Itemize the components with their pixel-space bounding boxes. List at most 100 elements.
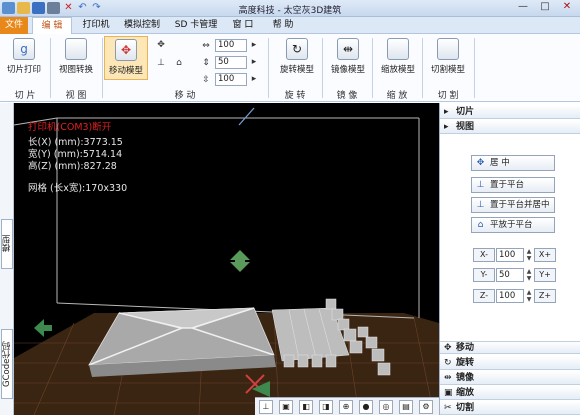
bottom-toolbar: ⊥ ▣ ◧ ◨ ⊕ ● ◎ ▤ ⚙ [255, 397, 439, 415]
tab-printer[interactable]: 打印机 [76, 17, 116, 34]
x-plus-button[interactable]: X+ [534, 248, 556, 262]
cut-icon: ✂ [444, 403, 452, 413]
y-axis-icon: ⇕ [202, 58, 210, 68]
x-value-input[interactable]: 100 [496, 248, 524, 262]
z-spinner-arrows[interactable]: ▲ ▼ [525, 289, 533, 303]
y-spinner-arrows[interactable]: ▲ ▼ [525, 268, 533, 282]
scale-model-button[interactable]: 缩放模型 [376, 36, 420, 80]
slice-print-label: 切片打印 [6, 65, 41, 75]
platform-center-icon: ⊥ [476, 200, 485, 210]
lay-flat-button[interactable]: ⌂ 平放于平台 [471, 217, 555, 233]
tab-gcode[interactable]: GCode代码 [1, 329, 13, 399]
group-label-scale: 缩 放 [386, 91, 408, 101]
move-model-button[interactable]: ✥ 移动模型 [104, 36, 148, 80]
y-value-input[interactable]: 50 [496, 268, 524, 282]
close-button[interactable]: ✕ [556, 1, 578, 14]
tab-help[interactable]: 帮 助 [264, 17, 302, 34]
wireframe-icon[interactable]: ◎ [379, 400, 393, 414]
3d-viewport[interactable]: 打印机(COM3)断开 长(X) (mm):3773.15 宽(Y) (mm):… [14, 103, 439, 415]
group-divider [474, 38, 475, 98]
maximize-button[interactable]: □ [534, 1, 556, 14]
title-bar: ✕ ↶ ↷ 高度科技 - 太空灰3D建筑 — □ ✕ [0, 0, 580, 17]
minimize-button[interactable]: — [512, 1, 534, 14]
rotate-icon: ↻ [286, 38, 308, 60]
view-left-icon[interactable]: ◧ [299, 400, 313, 414]
view-convert-button[interactable]: 视图转换 [54, 36, 98, 80]
settings-icon[interactable]: ⚙ [419, 400, 433, 414]
view-top-icon[interactable]: ▣ [279, 400, 293, 414]
section-mirror[interactable]: ⇹ 镜像 [440, 372, 580, 385]
view-convert-label: 视图转换 [58, 65, 93, 75]
show-model-icon[interactable]: ● [359, 400, 373, 414]
axis-indicator [238, 107, 255, 126]
x-spinner-arrows[interactable]: ▲ ▼ [525, 248, 533, 262]
move-icon: ✥ [157, 40, 165, 50]
center-icon: ✥ [476, 158, 485, 168]
y-plus-icon[interactable]: ▸ [249, 57, 259, 67]
platform-icon: ⊥ [157, 58, 165, 68]
place-platform-button[interactable]: ⊥ 置于平台 [471, 177, 555, 193]
section-view[interactable]: ▸ 视图 [440, 121, 580, 134]
platform-icon: ⊥ [476, 180, 485, 190]
section-scale[interactable]: ▣ 缩放 [440, 387, 580, 400]
cube-icon [65, 38, 87, 60]
tab-sim-control[interactable]: 模拟控制 [117, 17, 167, 34]
section-cut[interactable]: ✂ 切割 [440, 402, 580, 415]
x-plus-icon[interactable]: ▸ [249, 40, 259, 50]
center-button[interactable]: ✥ 居 中 [471, 155, 555, 171]
move-y-spinner[interactable]: 50 [215, 56, 247, 69]
ribbon: g 切片打印 视图转换 ✥ 移动模型 ✥ ⊥ ⌂ ⇔ ⇕ ⇳ 100 50 10… [0, 34, 580, 102]
cut-model-button[interactable]: 切割模型 [426, 36, 470, 80]
section-slice[interactable]: ▸ 切片 [440, 106, 580, 119]
rotate-icon: ↻ [444, 358, 452, 368]
view-front-icon[interactable]: ⊥ [259, 400, 273, 414]
chevron-right-icon: ▸ [444, 122, 449, 132]
group-label-rotate: 旋 转 [284, 91, 306, 101]
dimension-height: 高(Z) (mm):827.28 [28, 161, 117, 172]
y-minus-button[interactable]: Y- [473, 268, 495, 282]
z-value-input[interactable]: 100 [496, 289, 524, 303]
slice-print-button[interactable]: g 切片打印 [3, 36, 45, 80]
y-plus-button[interactable]: Y+ [534, 268, 556, 282]
place-center-button[interactable]: ⊥ 置于平台并居中 [471, 197, 555, 213]
group-label-view: 视 图 [65, 91, 87, 101]
fit-view-icon[interactable]: ⊕ [339, 400, 353, 414]
y-axis-handle[interactable] [230, 250, 250, 272]
move-arrows-icon: ✥ [115, 39, 137, 61]
mirror-icon: ⇹ [444, 373, 452, 383]
z-plus-icon[interactable]: ▸ [249, 74, 259, 84]
roof-model[interactable] [88, 307, 276, 377]
rotate-model-label: 旋转模型 [279, 65, 314, 75]
rotate-model-button[interactable]: ↻ 旋转模型 [275, 36, 319, 80]
center-label: 居 中 [490, 158, 510, 168]
section-move-label: 移动 [456, 343, 475, 353]
scale-icon: ▣ [444, 388, 453, 398]
tab-model[interactable]: 模型 [1, 219, 13, 269]
lay-flat-icon: ⌂ [477, 220, 484, 230]
move-z-spinner[interactable]: 100 [215, 73, 247, 86]
scale-model-label: 缩放模型 [380, 65, 415, 75]
z-plus-button[interactable]: Z+ [534, 289, 556, 303]
section-scale-label: 缩放 [456, 388, 475, 398]
right-panel: ▸ 切片 ▸ 视图 ✥ 居 中 ⊥ 置于平台 ⊥ 置于平台并居中 ⌂ 平放于平台 X- 10… [439, 103, 580, 415]
x-axis-handle[interactable] [34, 319, 52, 337]
x-minus-button[interactable]: X- [473, 248, 495, 262]
view-right-icon[interactable]: ◨ [319, 400, 333, 414]
tab-file[interactable]: 文件 [0, 17, 28, 34]
z-minus-button[interactable]: Z- [473, 289, 495, 303]
section-rotate[interactable]: ↻ 旋转 [440, 357, 580, 370]
tab-sd-card[interactable]: SD 卡管理 [170, 17, 222, 34]
section-move[interactable]: ✥ 移动 [440, 341, 580, 354]
slice-print-icon: g [13, 38, 35, 60]
section-mirror-label: 镜像 [456, 373, 475, 383]
section-rotate-label: 旋转 [456, 358, 475, 368]
move-x-spinner[interactable]: 100 [215, 39, 247, 52]
tab-window[interactable]: 窗 口 [224, 17, 262, 34]
section-slice-label: 切片 [456, 107, 475, 117]
place-platform-label: 置于平台 [490, 180, 525, 190]
group-label-slice: 切 片 [14, 91, 36, 101]
window-title: 高度科技 - 太空灰3D建筑 [238, 6, 342, 16]
layer-view-icon[interactable]: ▤ [399, 400, 413, 414]
tab-edit[interactable]: 编 辑 [32, 17, 72, 35]
mirror-model-button[interactable]: ⇹ 镜像模型 [326, 36, 370, 80]
